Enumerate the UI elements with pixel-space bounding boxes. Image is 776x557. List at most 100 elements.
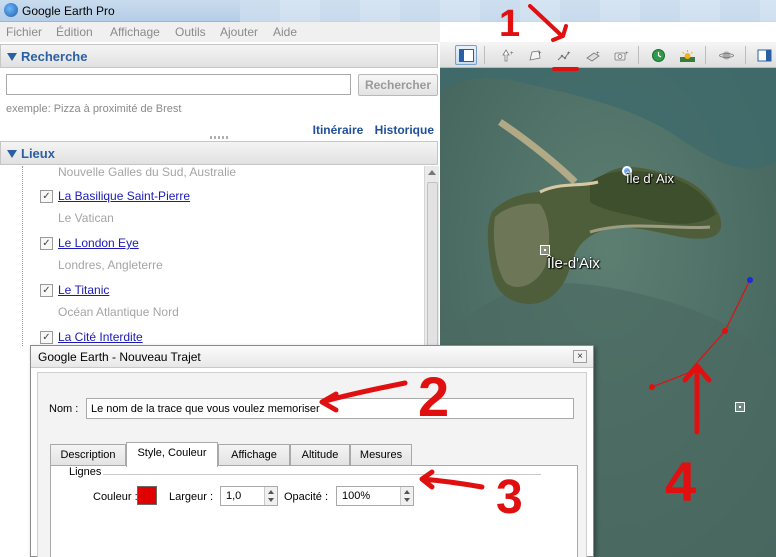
collapse-triangle-icon[interactable] — [7, 53, 17, 61]
place-link[interactable]: Le Titanic — [58, 283, 109, 297]
width-label: Largeur : — [169, 491, 214, 503]
place-checkbox[interactable]: ✓ — [40, 331, 53, 344]
toolbar-separator — [705, 46, 706, 64]
title-bar-background — [240, 0, 776, 22]
opacity-value[interactable]: 100% — [342, 490, 370, 502]
tab-mesures[interactable]: Mesures — [350, 444, 412, 466]
path-name-input[interactable] — [86, 398, 574, 419]
lines-group-label: Lignes — [69, 466, 102, 478]
menu-bar: Fichier Édition Affichage Outils Ajouter… — [0, 22, 440, 42]
panel-resize-grip[interactable] — [210, 136, 228, 139]
planets-button[interactable] — [715, 45, 737, 65]
tab-style-couleur[interactable]: Style, Couleur — [126, 442, 218, 467]
menu-edition[interactable]: Édition — [56, 25, 93, 39]
historical-imagery-button[interactable] — [647, 45, 669, 65]
menu-ajouter[interactable]: Ajouter — [220, 25, 258, 39]
historical-imagery-icon — [652, 49, 665, 62]
opacity-label: Opacité : — [284, 491, 329, 503]
color-label: Couleur : — [93, 491, 138, 503]
place-subtitle: Océan Atlantique Nord — [58, 305, 179, 319]
place-subtitle: Le Vatican — [58, 211, 114, 225]
toolbar-separator — [638, 46, 639, 64]
search-button[interactable]: Rechercher — [358, 74, 438, 96]
map-label-ile-d-aix-town[interactable]: Île-d'Aix — [547, 255, 600, 272]
place-checkbox[interactable]: ✓ — [40, 284, 53, 297]
place-subtitle: Londres, Angleterre — [58, 258, 163, 272]
tab-description[interactable]: Description — [50, 444, 126, 466]
add-image-overlay-button[interactable]: + — [582, 45, 604, 65]
width-value[interactable]: 1,0 — [226, 490, 241, 502]
scroll-up-arrow-icon[interactable] — [428, 170, 436, 175]
scroll-thumb[interactable] — [427, 182, 438, 347]
history-link[interactable]: Historique — [375, 123, 434, 137]
color-swatch-button[interactable] — [137, 486, 157, 505]
tree-connector-line — [22, 166, 23, 346]
dialog-tabs: Description Style, Couleur Affichage Alt… — [50, 442, 578, 467]
spin-arrows-icon[interactable] — [400, 487, 413, 505]
town-marker-icon[interactable] — [540, 245, 550, 255]
collapse-triangle-icon[interactable] — [7, 150, 17, 158]
sidebar-toggle-button[interactable] — [455, 45, 477, 65]
add-placemark-button[interactable]: + — [496, 45, 518, 65]
width-stepper[interactable]: 1,0 — [220, 486, 278, 506]
directions-link[interactable]: Itinéraire — [313, 123, 364, 137]
svg-text:+: + — [567, 51, 571, 57]
google-earth-app-icon — [4, 3, 18, 17]
place-link[interactable]: La Basilique Saint-Pierre — [58, 189, 190, 203]
places-scrollbar[interactable] — [424, 166, 439, 348]
add-path-icon: + — [557, 51, 571, 61]
search-section-header[interactable]: Recherche — [0, 44, 438, 68]
dialog-title: Google Earth - Nouveau Trajet — [38, 350, 201, 364]
tab-affichage[interactable]: Affichage — [218, 444, 290, 466]
place-checkbox[interactable]: ✓ — [40, 190, 53, 203]
menu-outils[interactable]: Outils — [175, 25, 206, 39]
search-links: Itinéraire Historique — [305, 123, 434, 137]
place-link[interactable]: Le London Eye — [58, 236, 139, 250]
map-toolbar: + + + + + — [440, 42, 776, 68]
more-tools-button[interactable] — [753, 45, 775, 65]
place-link[interactable]: La Cité Interdite — [58, 330, 143, 344]
record-tour-icon: + — [614, 51, 629, 61]
name-label: Nom : — [49, 403, 79, 415]
new-path-dialog: Google Earth - Nouveau Trajet × Nom : De… — [30, 345, 594, 557]
svg-text:+: + — [510, 51, 514, 57]
add-path-button[interactable]: + — [553, 45, 575, 65]
record-tour-button[interactable]: + — [610, 45, 632, 65]
menu-aide[interactable]: Aide — [273, 25, 297, 39]
map-label-ile-d-aix[interactable]: Île d' Aix — [626, 171, 674, 186]
close-icon[interactable]: × — [573, 350, 587, 363]
menu-affichage[interactable]: Affichage — [110, 25, 160, 39]
search-input[interactable] — [6, 74, 351, 95]
toolbar-separator — [745, 46, 746, 64]
place-subtitle: Nouvelle Galles du Sud, Australie — [58, 166, 237, 179]
toolbar-separator — [484, 46, 485, 64]
menu-fichier[interactable]: Fichier — [6, 25, 42, 39]
places-tree: Nouvelle Galles du Sud, Australie ✓ La B… — [0, 166, 438, 346]
panel-icon — [757, 49, 772, 62]
add-polygon-button[interactable]: + — [524, 45, 546, 65]
window-title: Google Earth Pro — [22, 4, 115, 18]
svg-text:+: + — [596, 51, 600, 57]
search-section-title: Recherche — [21, 49, 88, 64]
places-section-header[interactable]: Lieux — [0, 141, 438, 165]
group-divider — [103, 474, 541, 475]
add-polygon-icon: + — [529, 50, 542, 61]
add-placemark-icon: + — [502, 49, 514, 62]
planets-icon — [719, 51, 734, 60]
place-checkbox[interactable]: ✓ — [40, 237, 53, 250]
search-hint: exemple: Pizza à proximité de Brest — [6, 103, 182, 115]
places-section-title: Lieux — [21, 146, 55, 161]
style-tab-panel — [50, 465, 578, 557]
svg-text:+: + — [538, 51, 542, 57]
svg-text:+: + — [625, 51, 629, 57]
opacity-stepper[interactable]: 100% — [336, 486, 414, 506]
sunlight-button[interactable] — [676, 45, 698, 65]
sidebar-toggle-icon — [459, 49, 474, 62]
dialog-title-bar[interactable]: Google Earth - Nouveau Trajet × — [31, 346, 593, 368]
tab-altitude[interactable]: Altitude — [290, 444, 350, 466]
window-title-bar: Google Earth Pro — [0, 0, 776, 22]
sunlight-icon — [680, 50, 695, 62]
add-overlay-icon: + — [586, 51, 600, 62]
location-marker-icon[interactable] — [735, 402, 745, 412]
spin-arrows-icon[interactable] — [264, 487, 277, 505]
